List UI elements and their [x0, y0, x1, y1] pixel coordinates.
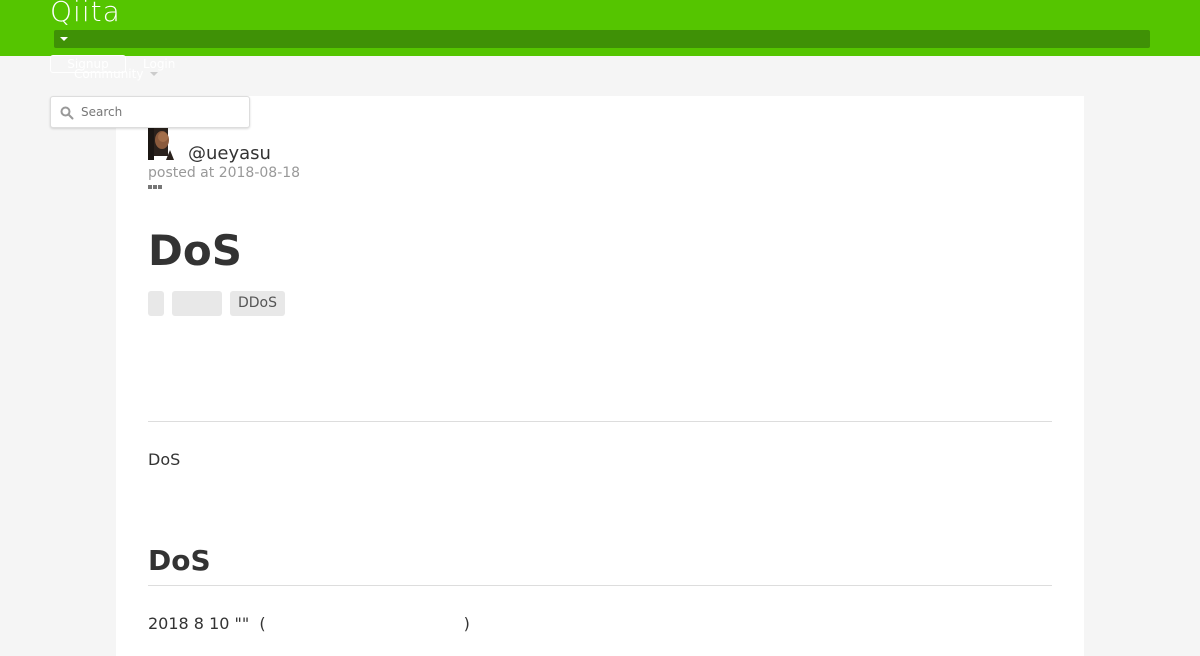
divider: [148, 585, 1052, 586]
header-dropdown-bar[interactable]: [54, 30, 1150, 48]
divider: [148, 421, 1052, 422]
qiita-logo[interactable]: Qiita: [50, 0, 121, 30]
user-avatar[interactable]: [148, 128, 176, 160]
section-heading: DoS: [148, 544, 211, 577]
posted-date: posted at 2018-08-18: [148, 165, 301, 181]
more-options-icon[interactable]: [148, 185, 164, 193]
intro-paragraph: DoS: [148, 450, 181, 469]
tag-ddos[interactable]: DDoS: [230, 291, 285, 316]
body-paragraph-end: ): [463, 614, 470, 633]
header-bar: Qiita: [0, 0, 1200, 56]
search-icon: [60, 106, 74, 120]
caret-down-icon: [60, 37, 68, 41]
chevron-down-icon: [150, 72, 158, 76]
community-menu[interactable]: Community: [74, 66, 143, 82]
tag[interactable]: [148, 291, 164, 316]
author-username[interactable]: @ueyasu: [188, 143, 271, 165]
tag[interactable]: [172, 291, 222, 316]
body-paragraph-text: 2018 8 10 "" (: [148, 614, 266, 633]
body-paragraph: 2018 8 10 "" (): [148, 614, 470, 634]
search-input[interactable]: [81, 101, 241, 123]
login-link[interactable]: Login: [143, 56, 175, 72]
article-title: DoS: [148, 226, 242, 275]
search-box[interactable]: [50, 96, 250, 128]
